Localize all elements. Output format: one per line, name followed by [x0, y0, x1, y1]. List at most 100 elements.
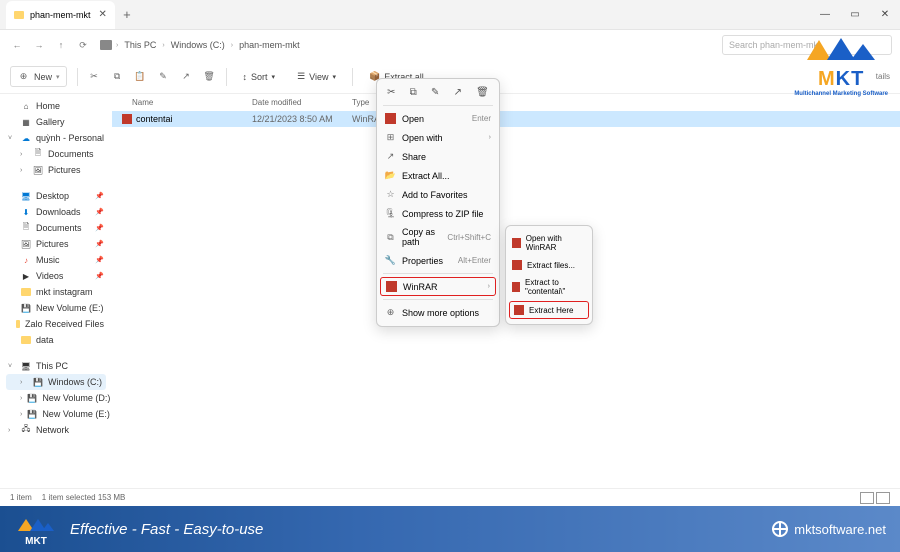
sidebar-thispc[interactable]: ˅🖥This PC — [6, 358, 106, 374]
item-count: 1 item — [10, 493, 32, 502]
brand-text: MKT — [794, 68, 888, 91]
banner-site: mktsoftware.net — [772, 521, 886, 537]
sidebar-pictures2[interactable]: 🖼Pictures📌 — [6, 236, 106, 252]
selected-info: 1 item selected 153 MB — [42, 493, 126, 502]
sidebar: ⌂Home ▦Gallery ˅☁quỳnh - Personal ›🗎Docu… — [0, 94, 112, 488]
context-menu: ✂ ⧉ ✎ ↗ 🗑 OpenEnter ⊞Open with› ↗Share 📂… — [376, 78, 500, 327]
sidebar-windows-c[interactable]: ›💾Windows (C:) — [6, 374, 106, 390]
titlebar: phan-mem-mkt ✕ + — ▭ ✕ — [0, 0, 900, 30]
breadcrumb[interactable]: › This PC › Windows (C:) › phan-mem-mkt — [96, 40, 718, 50]
column-headers[interactable]: Name Date modified Type Size — [112, 94, 900, 111]
cut-icon[interactable]: ✂ — [387, 87, 395, 98]
forward-button[interactable]: → — [30, 36, 48, 54]
winrar-icon — [385, 113, 396, 124]
sidebar-downloads[interactable]: ⬇Downloads📌 — [6, 204, 106, 220]
sidebar-folder[interactable]: data — [6, 332, 106, 348]
sidebar-account[interactable]: ˅☁quỳnh - Personal — [6, 130, 106, 146]
svg-text:MKT: MKT — [25, 536, 47, 547]
sidebar-folder[interactable]: Zalo Received Files — [6, 316, 106, 332]
paste-icon[interactable]: 📋 — [134, 70, 147, 83]
plus-icon: ⊕ — [17, 70, 30, 83]
sidebar-pictures[interactable]: ›🖼Pictures — [6, 162, 106, 178]
ctx-properties[interactable]: 🔧PropertiesAlt+Enter — [377, 251, 499, 270]
ctx-extract-all[interactable]: 📂Extract All... — [377, 166, 499, 185]
sidebar-home[interactable]: ⌂Home — [6, 98, 106, 114]
share-icon: ↗ — [385, 151, 396, 162]
ctx-open-with[interactable]: ⊞Open with› — [377, 128, 499, 147]
wrench-icon: 🔧 — [385, 255, 396, 266]
sidebar-drive-e[interactable]: ›💾New Volume (E:) — [6, 406, 106, 422]
ctx-compress[interactable]: 🗜Compress to ZIP file — [377, 204, 499, 223]
rename-icon[interactable]: ✎ — [157, 70, 170, 83]
new-button[interactable]: ⊕ New ▾ — [10, 66, 67, 87]
breadcrumb-item[interactable]: This PC — [122, 40, 158, 50]
copy-icon[interactable]: ⧉ — [111, 70, 124, 83]
ctx-share[interactable]: ↗Share — [377, 147, 499, 166]
folder-icon — [14, 11, 24, 19]
winrar-icon — [386, 281, 397, 292]
share-icon[interactable]: ↗ — [454, 87, 462, 98]
delete-icon[interactable]: 🗑 — [476, 87, 489, 98]
tagline: Effective - Fast - Easy-to-use — [70, 521, 263, 538]
refresh-button[interactable]: ⟳ — [74, 36, 92, 54]
breadcrumb-item[interactable]: Windows (C:) — [169, 40, 227, 50]
sidebar-videos[interactable]: ▶Videos📌 — [6, 268, 106, 284]
sidebar-drive-d[interactable]: ›💾New Volume (D:) — [6, 390, 106, 406]
extract-icon: 📂 — [385, 170, 396, 181]
minimize-button[interactable]: — — [810, 9, 840, 20]
address-bar: ← → ↑ ⟳ › This PC › Windows (C:) › phan-… — [0, 30, 900, 60]
view-button[interactable]: ☰ View ▾ — [291, 68, 342, 85]
rename-icon[interactable]: ✎ — [431, 87, 439, 98]
pc-icon — [100, 40, 112, 50]
file-row[interactable]: contentai 12/21/2023 8:50 AM WinRAR arch… — [112, 111, 900, 127]
sidebar-gallery[interactable]: ▦Gallery — [6, 114, 106, 130]
brand-subtitle: Multichannel Marketing Software — [794, 91, 888, 97]
winrar-icon — [514, 305, 524, 315]
sidebar-folder[interactable]: mkt instagram — [6, 284, 106, 300]
sidebar-documents2[interactable]: 🗎Documents📌 — [6, 220, 106, 236]
sort-button[interactable]: ↕ Sort ▾ — [237, 69, 282, 85]
sidebar-drive[interactable]: 💾New Volume (E:) — [6, 300, 106, 316]
sub-extract-to[interactable]: Extract to "contentai\" — [506, 274, 592, 300]
share-icon[interactable]: ↗ — [180, 70, 193, 83]
zip-icon: 🗜 — [385, 208, 396, 219]
sub-open-winrar[interactable]: Open with WinRAR — [506, 230, 592, 256]
open-with-icon: ⊞ — [385, 132, 396, 143]
winrar-icon — [512, 260, 522, 270]
maximize-button[interactable]: ▭ — [840, 9, 870, 20]
delete-icon[interactable]: 🗑 — [203, 70, 216, 83]
sidebar-desktop[interactable]: 🖥Desktop📌 — [6, 188, 106, 204]
breadcrumb-item[interactable]: phan-mem-mkt — [237, 40, 302, 50]
close-window-button[interactable]: ✕ — [870, 9, 900, 20]
sub-extract-here[interactable]: Extract Here — [509, 301, 589, 319]
view-grid-icon[interactable] — [876, 492, 890, 504]
globe-icon — [772, 521, 788, 537]
cut-icon[interactable]: ✂ — [88, 70, 101, 83]
ctx-open[interactable]: OpenEnter — [377, 109, 499, 128]
status-bar: 1 item 1 item selected 153 MB — [0, 488, 900, 506]
up-button[interactable]: ↑ — [52, 36, 70, 54]
ctx-favorites[interactable]: ☆Add to Favorites — [377, 185, 499, 204]
brand-banner: MKT Effective - Fast - Easy-to-use mktso… — [0, 506, 900, 552]
view-list-icon[interactable] — [860, 492, 874, 504]
sidebar-music[interactable]: ♪Music📌 — [6, 252, 106, 268]
more-icon: ⊕ — [385, 307, 396, 318]
ctx-more[interactable]: ⊕Show more options — [377, 303, 499, 322]
close-tab-icon[interactable]: ✕ — [99, 9, 107, 20]
new-tab-button[interactable]: + — [115, 7, 139, 22]
ctx-copy-path[interactable]: ⧉Copy as pathCtrl+Shift+C — [377, 223, 499, 251]
winrar-icon — [512, 238, 521, 248]
window-controls: — ▭ ✕ — [810, 9, 900, 20]
ctx-winrar[interactable]: WinRAR› — [380, 277, 496, 296]
window-tab[interactable]: phan-mem-mkt ✕ — [6, 1, 115, 29]
sidebar-documents[interactable]: ›🗎Documents — [6, 146, 106, 162]
sub-extract-files[interactable]: Extract files... — [506, 256, 592, 274]
tab-title: phan-mem-mkt — [30, 10, 91, 20]
winrar-file-icon — [122, 114, 132, 124]
winrar-submenu: Open with WinRAR Extract files... Extrac… — [505, 225, 593, 325]
sidebar-network[interactable]: ›🖧Network — [6, 422, 106, 438]
winrar-icon — [512, 282, 520, 292]
copy-icon[interactable]: ⧉ — [410, 87, 417, 98]
path-icon: ⧉ — [385, 232, 396, 243]
back-button[interactable]: ← — [8, 36, 26, 54]
